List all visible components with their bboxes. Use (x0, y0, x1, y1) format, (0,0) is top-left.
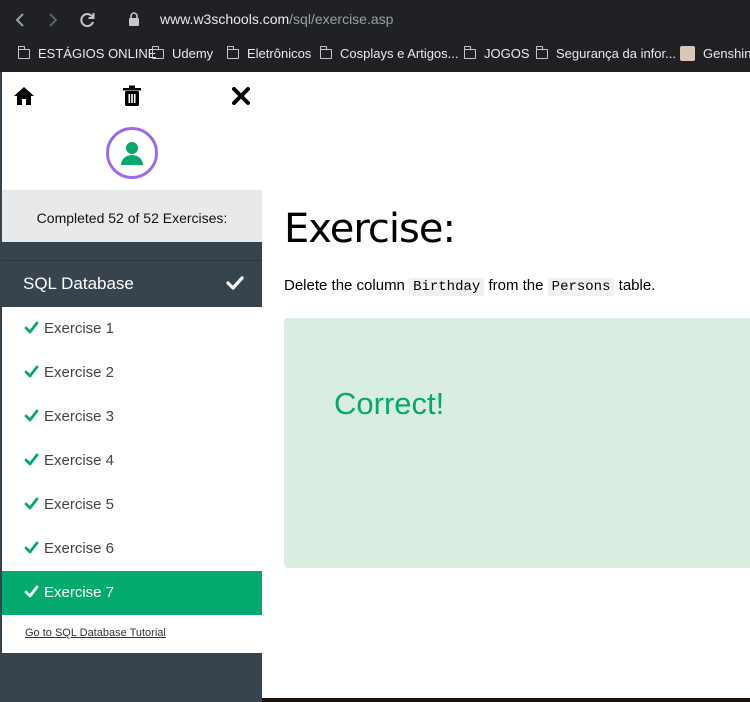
url-field[interactable]: www.w3schools.com/sql/exercise.asp (160, 11, 393, 27)
completion-status: Completed 52 of 52 Exercises: (2, 190, 262, 242)
sidebar-toolbar (2, 72, 262, 190)
exercise-label: Exercise 2 (44, 364, 115, 381)
avatar[interactable] (106, 127, 158, 179)
url-path: /sql/exercise.asp (289, 11, 394, 27)
user-icon (121, 142, 143, 165)
folder-icon (226, 46, 239, 59)
bookmark-cosplays[interactable]: Cosplays e Artigos... (319, 46, 459, 61)
exercise-label: Exercise 7 (44, 584, 115, 601)
url-host: www.w3schools.com (160, 11, 290, 27)
desktop-edge (262, 698, 750, 702)
desc-text: from the (488, 277, 544, 294)
checkmark-icon (24, 541, 39, 554)
completion-text: Completed 52 of 52 Exercises: (36, 210, 228, 226)
bookmark-eletronicos[interactable]: Eletrônicos (226, 46, 312, 61)
forward-icon[interactable] (42, 9, 64, 31)
lock-icon[interactable] (128, 12, 140, 27)
exercise-item-7[interactable]: Exercise 7 (2, 571, 262, 615)
bookmark-estagios[interactable]: ESTÁGIOS ONLINE (17, 46, 157, 61)
exercise-item-6[interactable]: Exercise 6 (2, 527, 262, 571)
result-panel: Correct! (284, 318, 750, 568)
exercise-label: Exercise 3 (44, 408, 115, 425)
folder-icon (535, 46, 548, 59)
exercise-label: Exercise 5 (44, 496, 115, 513)
bookmarks-bar: ESTÁGIOS ONLINE Udemy Eletrônicos Cospla… (0, 40, 750, 70)
bookmark-label: Cosplays e Artigos... (340, 46, 459, 61)
bookmark-label: Genshin (703, 46, 750, 61)
bookmark-label: JOGOS (484, 46, 530, 61)
avatar-icon (680, 46, 695, 61)
back-icon[interactable] (9, 9, 31, 31)
bookmark-label: Eletrônicos (247, 46, 312, 61)
bookmark-udemy[interactable]: Udemy (151, 46, 214, 61)
exercise-label: Exercise 1 (44, 320, 115, 337)
folder-icon (319, 46, 332, 59)
exercise-item-2[interactable]: Exercise 2 (2, 351, 262, 395)
exercise-list: Exercise 1 Exercise 2 Exercise 3 Exercis… (2, 307, 262, 653)
exercise-item-3[interactable]: Exercise 3 (2, 395, 262, 439)
folder-icon (463, 46, 476, 59)
exercise-item-1[interactable]: Exercise 1 (2, 307, 262, 351)
home-icon[interactable] (12, 84, 36, 108)
desc-text: Delete the column (284, 277, 405, 294)
exercise-description: Delete the column Birthday from the Pers… (284, 277, 656, 296)
checkmark-icon (24, 585, 39, 598)
bookmark-seguranca[interactable]: Segurança da infor... (535, 46, 676, 61)
browser-chrome: www.w3schools.com/sql/exercise.asp ESTÁG… (0, 0, 750, 72)
previous-section-partial[interactable] (2, 242, 262, 258)
checkmark-icon (24, 409, 39, 422)
bookmark-genshin[interactable]: Genshin (680, 46, 750, 61)
code-table-name: Persons (547, 278, 615, 296)
reload-icon[interactable] (76, 9, 98, 31)
exercise-sidebar: Completed 52 of 52 Exercises: SQL Databa… (0, 72, 262, 702)
desc-text: table. (618, 277, 656, 294)
checkmark-icon (24, 453, 39, 466)
bookmark-label: Segurança da infor... (556, 46, 676, 61)
bookmark-label: ESTÁGIOS ONLINE (38, 46, 157, 61)
code-column-name: Birthday (409, 278, 485, 296)
section-title: SQL Database (23, 274, 134, 293)
result-message: Correct! (334, 386, 445, 421)
bookmark-label: Udemy (172, 46, 214, 61)
checkmark-icon (24, 365, 39, 378)
exercise-item-5[interactable]: Exercise 5 (2, 483, 262, 527)
folder-icon (17, 46, 30, 59)
checkmark-icon (24, 497, 39, 510)
exercise-label: Exercise 4 (44, 452, 115, 469)
bookmark-jogos[interactable]: JOGOS (463, 46, 530, 61)
tutorial-link[interactable]: Go to SQL Database Tutorial (25, 627, 166, 639)
checkmark-icon (24, 321, 39, 334)
address-bar-row: www.w3schools.com/sql/exercise.asp (0, 0, 750, 40)
exercise-item-4[interactable]: Exercise 4 (2, 439, 262, 483)
close-icon[interactable] (229, 84, 253, 108)
section-sql-database[interactable]: SQL Database (2, 260, 262, 306)
exercise-label: Exercise 6 (44, 540, 115, 557)
trash-icon[interactable] (120, 84, 144, 108)
main-content: Exercise: Delete the column Birthday fro… (262, 72, 750, 702)
folder-icon (151, 46, 164, 59)
checkmark-icon (226, 276, 244, 290)
page-title: Exercise: (284, 206, 456, 252)
